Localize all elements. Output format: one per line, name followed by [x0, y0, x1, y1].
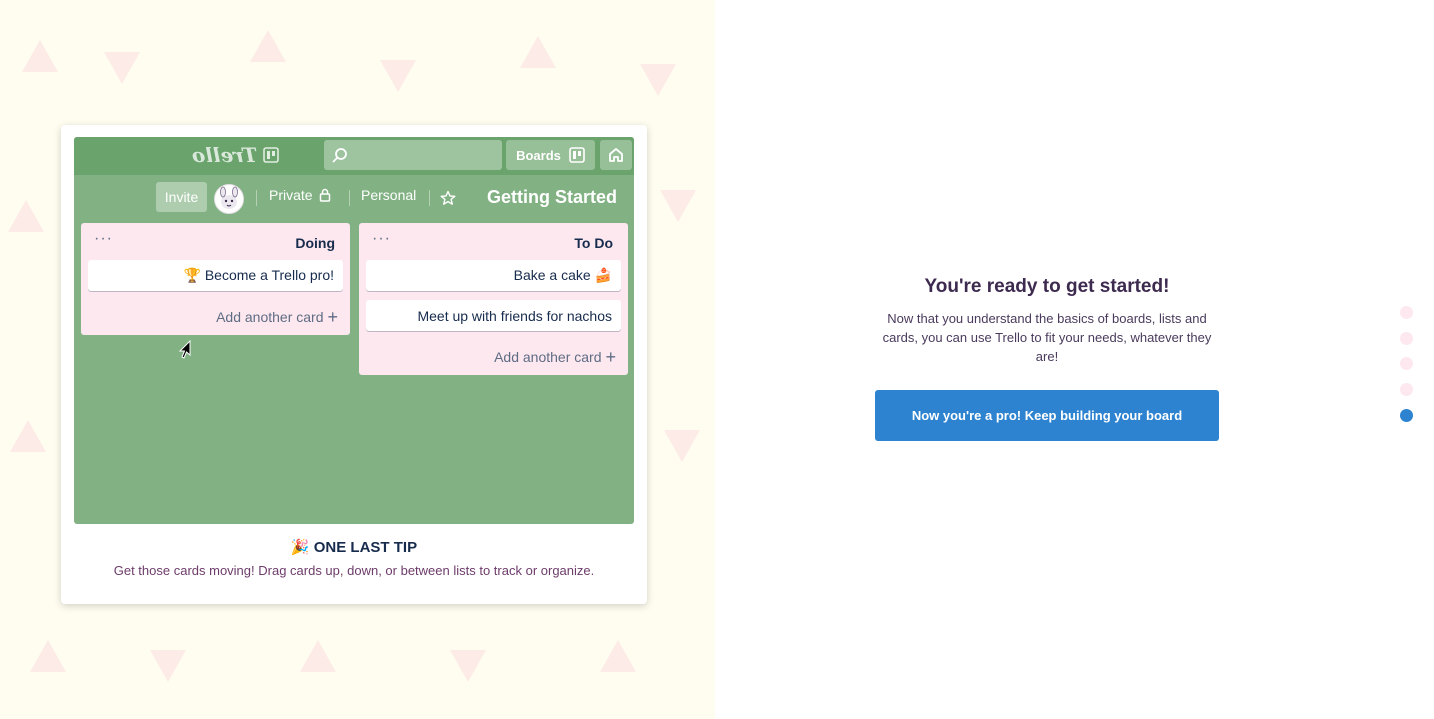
- invite-button[interactable]: Invite: [156, 182, 207, 212]
- board-preview: Trello Boards Getting Started Personal P…: [74, 137, 634, 524]
- plus-icon: +: [327, 307, 338, 327]
- add-card-button[interactable]: Add another card +: [494, 347, 616, 367]
- decor-triangle: [520, 36, 556, 68]
- card-become-pro[interactable]: 🏆 Become a Trello pro!: [88, 260, 343, 291]
- team-label[interactable]: Personal: [361, 187, 416, 203]
- decor-triangle: [664, 430, 700, 462]
- boards-button[interactable]: Boards: [506, 140, 595, 170]
- decor-triangle: [660, 190, 696, 222]
- decor-triangle: [250, 30, 286, 62]
- add-card-label: Add another card: [494, 349, 602, 365]
- star-icon[interactable]: [440, 190, 456, 206]
- add-card-button[interactable]: Add another card +: [216, 307, 338, 327]
- decor-triangle: [104, 52, 140, 84]
- list-title[interactable]: Doing: [295, 235, 335, 251]
- list-menu-icon[interactable]: ···: [372, 230, 391, 248]
- trello-logo-icon: [263, 147, 280, 163]
- search-input[interactable]: [324, 140, 502, 170]
- tip-title: 🎉 ONE LAST TIP: [290, 539, 418, 556]
- pagination-dot-4[interactable]: [1400, 383, 1413, 396]
- board-header: Getting Started Personal Private Invite: [74, 181, 634, 215]
- visibility-button[interactable]: Private: [269, 187, 331, 203]
- visibility-label: Private: [269, 187, 313, 203]
- decor-triangle: [22, 40, 58, 72]
- decor-triangle: [10, 420, 46, 452]
- avatar[interactable]: [214, 184, 244, 214]
- avatar-icon: [220, 186, 238, 209]
- home-button[interactable]: [600, 140, 632, 170]
- board-demo-card: Trello Boards Getting Started Personal P…: [61, 125, 647, 604]
- header-divider: [256, 190, 257, 206]
- trello-logo-text: Trello: [192, 143, 258, 167]
- decor-triangle: [8, 200, 44, 232]
- boards-button-label: Boards: [516, 147, 561, 163]
- pagination-dot-2[interactable]: [1400, 332, 1413, 345]
- plus-icon: +: [605, 347, 616, 367]
- list-title[interactable]: To Do: [574, 235, 613, 251]
- decor-triangle: [450, 650, 486, 682]
- pagination-dot-1[interactable]: [1400, 306, 1413, 319]
- home-icon: [609, 148, 623, 162]
- keep-building-button[interactable]: Now you're a pro! Keep building your boa…: [875, 390, 1219, 441]
- decor-triangle: [380, 60, 416, 92]
- board-topbar: Trello Boards: [74, 137, 634, 175]
- board-title[interactable]: Getting Started: [487, 187, 617, 208]
- add-card-label: Add another card: [216, 309, 324, 325]
- list-doing: Doing ··· 🏆 Become a Trello pro! Add ano…: [81, 223, 350, 335]
- lock-icon: [319, 188, 330, 202]
- panel-title: You're ready to get started!: [924, 276, 1170, 297]
- pagination-dot-5[interactable]: [1400, 409, 1413, 422]
- decor-triangle: [600, 640, 636, 672]
- list-menu-icon[interactable]: ···: [94, 230, 113, 248]
- trello-logo: Trello: [192, 142, 280, 168]
- boards-icon: [569, 147, 585, 163]
- pagination-dot-3[interactable]: [1400, 357, 1413, 370]
- card-meet-up[interactable]: Meet up with friends for nachos: [366, 300, 621, 331]
- decor-triangle: [300, 640, 336, 672]
- header-divider: [349, 190, 350, 206]
- tip-text: Get those cards moving! Drag cards up, d…: [113, 563, 595, 578]
- search-icon: [332, 148, 347, 163]
- list-to-do: To Do ··· Bake a cake 🍰 Meet up with fri…: [359, 223, 628, 375]
- header-divider: [429, 190, 430, 206]
- decor-triangle: [150, 650, 186, 682]
- decor-triangle: [30, 640, 66, 672]
- panel-description: Now that you understand the basics of bo…: [882, 311, 1212, 364]
- illustration-panel: Trello Boards Getting Started Personal P…: [0, 0, 715, 719]
- decor-triangle: [640, 64, 676, 96]
- card-bake-cake[interactable]: Bake a cake 🍰: [366, 260, 621, 291]
- mouse-cursor-icon: [178, 340, 191, 359]
